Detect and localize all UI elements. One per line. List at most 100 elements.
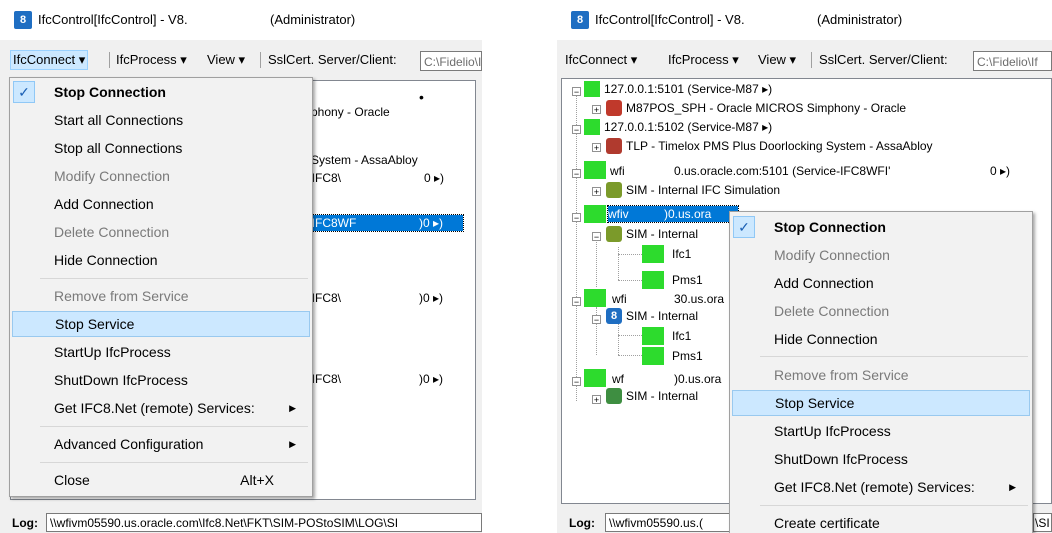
tree-node-ifc1[interactable]: Ifc1	[672, 246, 691, 262]
doorlock-icon	[606, 138, 622, 154]
menu-item-add-connection[interactable]: Add Connection	[732, 270, 1030, 296]
right-window: 8 IfcControl[IfcControl] - V8. (Administ…	[557, 0, 1052, 533]
menu-bar: IfcConnect ▾ IfcProcess ▾ View ▾ SslCert…	[557, 46, 1052, 74]
menu-item-delete-connection[interactable]: Delete Connection	[732, 298, 1030, 324]
menu-ifcconnect[interactable]: IfcConnect ▾	[563, 51, 639, 69]
collapse-toggle[interactable]: −	[592, 232, 601, 242]
menu-item-stop-service[interactable]: Stop Service	[732, 390, 1030, 416]
menu-item-start-all-connections[interactable]: Start all Connections	[12, 107, 310, 133]
tree-row-status: 0 ▸)	[990, 164, 1011, 178]
menu-item-label: Advanced Configuration	[54, 436, 204, 452]
menu-separator	[260, 52, 261, 68]
menu-item-stop-all-connections[interactable]: Stop all Connections	[12, 135, 310, 161]
menu-separator	[40, 426, 308, 427]
tree-node-host[interactable]: wfi	[612, 291, 627, 307]
tree-node-connection[interactable]: 127.0.0.1:5101 (Service-M87 ▸)	[604, 81, 772, 97]
ifc8-icon: 8	[606, 308, 622, 324]
menu-item-shutdown-ifcprocess[interactable]: ShutDown IfcProcess	[12, 367, 310, 393]
collapse-toggle[interactable]: −	[572, 297, 581, 307]
collapse-toggle[interactable]: −	[592, 315, 601, 325]
log-label: Log:	[569, 516, 595, 530]
tree-node-selected[interactable]: wfiv )0.us.ora	[607, 205, 739, 223]
app-logo-icon: 8	[14, 11, 32, 29]
menu-view[interactable]: View ▾	[205, 51, 247, 69]
menu-ifcprocess[interactable]: IfcProcess ▾	[666, 51, 741, 69]
collapse-toggle[interactable]: −	[572, 125, 581, 135]
tree-row-fragment[interactable]: mphony - Oracle	[301, 104, 390, 120]
title-bar: 8 IfcControl[IfcControl] - V8. (Administ…	[0, 0, 482, 40]
tree-connector	[618, 280, 642, 281]
menu-item-get-remote-services[interactable]: Get IFC8.Net (remote) Services: ▶	[12, 395, 310, 421]
collapse-toggle[interactable]: −	[572, 87, 581, 97]
log-label: Log:	[12, 516, 38, 530]
tree-node-pms1[interactable]: Pms1	[672, 348, 703, 364]
tree-connector	[618, 254, 642, 255]
menu-item-stop-service[interactable]: Stop Service	[12, 311, 310, 337]
menu-ifcconnect[interactable]: IfcConnect ▾	[10, 50, 89, 70]
tree-row-status: )0 ▸)	[419, 372, 444, 386]
tree-node-connection[interactable]: )0.us.ora	[674, 371, 721, 387]
expand-toggle[interactable]: +	[592, 143, 601, 153]
admin-label: (Administrator)	[270, 12, 356, 27]
log-bar: Log: \\wfivm05590.us.oracle.com\Ifc8.Net…	[0, 512, 482, 533]
simphony-icon	[606, 100, 622, 116]
tree-node-connection: )0.us.ora	[664, 207, 712, 221]
menu-item-stop-connection[interactable]: Stop Connection	[12, 79, 310, 105]
menu-item-label: Close	[54, 472, 90, 488]
menu-item-get-remote-services[interactable]: Get IFC8.Net (remote) Services: ▶	[732, 474, 1030, 500]
menu-item-add-connection[interactable]: Add Connection	[12, 191, 310, 217]
menu-item-close[interactable]: Close Alt+X	[12, 467, 310, 493]
expand-toggle[interactable]: +	[592, 105, 601, 115]
interface-icon	[606, 388, 622, 404]
tree-row-status: )0 ▸)	[419, 216, 444, 230]
tree-connector	[576, 93, 577, 401]
cert-path-field[interactable]: C:\Fidelio\If	[973, 51, 1052, 71]
tree-row-fragment[interactable]: g System - AssaAbloy	[301, 152, 418, 168]
menu-item-remove-from-service[interactable]: Remove from Service	[732, 362, 1030, 388]
tree-node-interface[interactable]: SIM - Internal	[626, 388, 698, 404]
tree-node-interface[interactable]: SIM - Internal IFC Simulation	[626, 182, 780, 198]
status-green-icon	[642, 347, 664, 365]
menu-item-create-certificate[interactable]: Create certificate	[732, 510, 1030, 533]
menu-item-advanced-configuration[interactable]: Advanced Configuration ▶	[12, 431, 310, 457]
menu-item-remove-from-service[interactable]: Remove from Service	[12, 283, 310, 309]
tree-node-host[interactable]: wfi	[610, 163, 625, 179]
left-window: 8 IfcControl[IfcControl] - V8. (Administ…	[0, 0, 482, 533]
ifcconnect-dropdown-menu: ✓ Stop Connection Start all Connections …	[9, 77, 313, 497]
expand-toggle[interactable]: +	[592, 187, 601, 197]
collapse-toggle[interactable]: −	[572, 169, 581, 179]
menu-item-delete-connection[interactable]: Delete Connection	[12, 219, 310, 245]
expand-toggle[interactable]: +	[592, 395, 601, 405]
collapse-toggle[interactable]: −	[572, 377, 581, 387]
menu-item-stop-connection[interactable]: Stop Connection	[732, 214, 1030, 240]
tree-node-interface[interactable]: SIM - Internal	[626, 226, 698, 242]
menu-item-modify-connection[interactable]: Modify Connection	[732, 242, 1030, 268]
log-path-field[interactable]: \\wfivm05590.us.(	[605, 513, 731, 532]
tree-node-connection[interactable]: 127.0.0.1:5102 (Service-M87 ▸)	[604, 119, 772, 135]
tree-node-pms1[interactable]: Pms1	[672, 272, 703, 288]
log-path-field-tail[interactable]: \SI	[1033, 513, 1052, 532]
menu-item-label: Get IFC8.Net (remote) Services:	[774, 479, 975, 495]
cert-path-field[interactable]: C:\Fidelio\I	[420, 51, 482, 71]
tree-node-host[interactable]: wf	[612, 371, 624, 387]
menu-item-hide-connection[interactable]: Hide Connection	[732, 326, 1030, 352]
tree-row-selected[interactable]: e-IFC8WF )0 ▸)	[300, 214, 464, 232]
menu-view[interactable]: View ▾	[756, 51, 798, 69]
tree-node-interface[interactable]: TLP - Timelox PMS Plus Doorlocking Syste…	[626, 138, 933, 154]
menu-ifcprocess[interactable]: IfcProcess ▾	[114, 51, 189, 69]
collapse-toggle[interactable]: −	[572, 213, 581, 223]
menu-separator	[40, 278, 308, 279]
log-path-field[interactable]: \\wfivm05590.us.oracle.com\Ifc8.Net\FKT\…	[46, 513, 482, 532]
tree-node-interface[interactable]: M87POS_SPH - Oracle MICROS Simphony - Or…	[626, 100, 906, 116]
menu-item-startup-ifcprocess[interactable]: StartUp IfcProcess	[12, 339, 310, 365]
tree-node-interface[interactable]: SIM - Internal	[626, 308, 698, 324]
tree-node-ifc1[interactable]: Ifc1	[672, 328, 691, 344]
ssl-cert-label: SslCert. Server/Client:	[819, 52, 948, 67]
status-green-icon	[584, 161, 606, 179]
menu-item-hide-connection[interactable]: Hide Connection	[12, 247, 310, 273]
menu-item-modify-connection[interactable]: Modify Connection	[12, 163, 310, 189]
tree-node-connection[interactable]: 0.us.oracle.com:5101 (Service-IFC8WFI'	[674, 163, 890, 179]
menu-item-startup-ifcprocess[interactable]: StartUp IfcProcess	[732, 418, 1030, 444]
menu-item-shutdown-ifcprocess[interactable]: ShutDown IfcProcess	[732, 446, 1030, 472]
tree-node-connection[interactable]: 30.us.ora	[674, 291, 724, 307]
